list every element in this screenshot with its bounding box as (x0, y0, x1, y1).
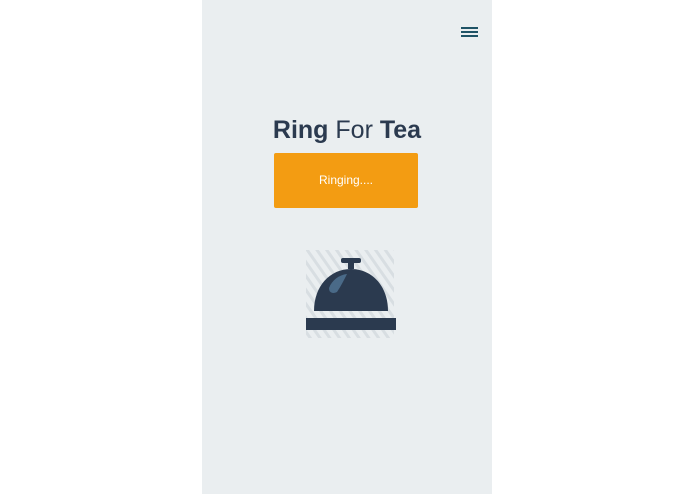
menu-line (461, 27, 478, 29)
hamburger-menu-icon[interactable] (460, 25, 480, 39)
app-screen: Ring For Tea Ringing.... (202, 0, 492, 494)
ring-button[interactable]: Ringing.... (274, 153, 418, 208)
title-word-for: For (335, 116, 373, 144)
title-word-ring: Ring (272, 116, 329, 144)
title-word-tea: Tea (379, 116, 422, 144)
service-bell-icon (304, 248, 396, 340)
bell-base (306, 318, 396, 330)
menu-line (461, 35, 478, 37)
menu-line (461, 31, 478, 33)
bell-plunger-stem (348, 262, 354, 269)
page-title: Ring For Tea (202, 113, 492, 147)
service-bell-graphic (306, 250, 396, 338)
